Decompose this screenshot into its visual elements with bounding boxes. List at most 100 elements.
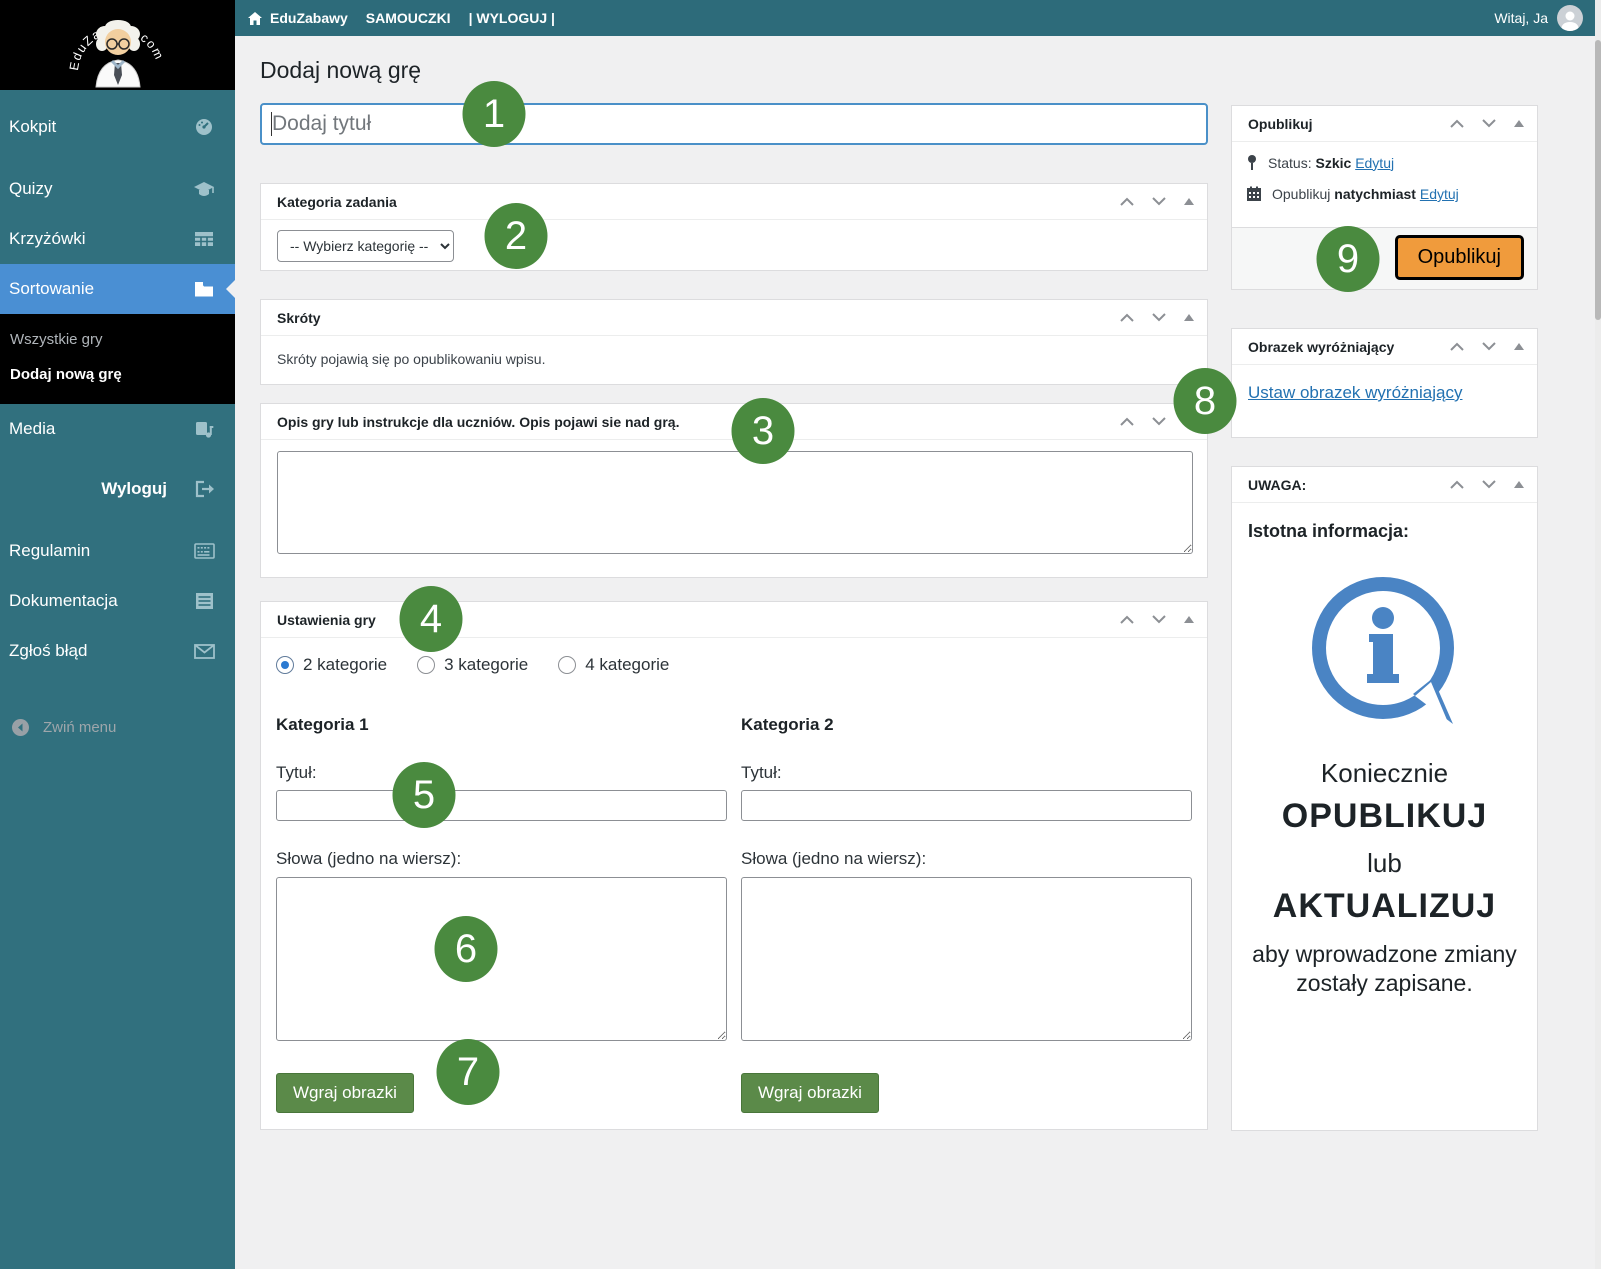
panel-title: Obrazek wyróżniający — [1248, 339, 1394, 355]
annotation-circle-8: 8 — [1174, 368, 1237, 434]
toggle-panel-icon[interactable] — [1183, 197, 1195, 206]
document-list-icon — [193, 591, 215, 611]
annotation-circle-7: 7 — [437, 1039, 500, 1105]
sidebar-item-quizy[interactable]: Quizy — [0, 164, 235, 214]
sidebar-item-label: Media — [9, 419, 55, 439]
sidebar-item-media[interactable]: Media — [0, 404, 235, 454]
panel-title: Kategoria zadania — [277, 194, 397, 210]
avatar[interactable] — [1557, 5, 1583, 31]
radio-unselected-icon — [558, 656, 576, 674]
toggle-panel-icon[interactable] — [1513, 119, 1525, 128]
category-1-title-input[interactable] — [276, 790, 727, 821]
sidebar-item-label: Regulamin — [9, 541, 90, 561]
sidebar-item-dokumentacja[interactable]: Dokumentacja — [0, 576, 235, 626]
table-icon — [193, 229, 215, 249]
person-icon — [1557, 7, 1583, 31]
sidebar: EduZabawy.com Kokpit — [0, 0, 235, 1269]
description-textarea[interactable] — [277, 451, 1193, 554]
radio-4-kategorie[interactable]: 4 kategorie — [558, 655, 669, 675]
sidebar-item-label: Wyloguj — [101, 479, 167, 499]
category-2-block: Kategoria 2 Tytuł: Słowa (jedno na wiers… — [741, 715, 1192, 1113]
uwaga-line-aktualizuj: AKTUALIZUJ — [1248, 887, 1521, 926]
publish-button[interactable]: Opublikuj — [1395, 235, 1524, 280]
category-1-block: Kategoria 1 Tytuł: Słowa (jedno na wiers… — [276, 715, 727, 1113]
upload-images-button-1[interactable]: Wgraj obrazki — [276, 1073, 414, 1113]
toggle-panel-icon[interactable] — [1183, 615, 1195, 624]
toggle-panel-icon[interactable] — [1513, 342, 1525, 351]
media-icon — [193, 419, 215, 439]
annotation-circle-4: 4 — [400, 586, 463, 652]
sidebar-item-zglos-blad[interactable]: Zgłoś błąd — [0, 626, 235, 676]
schedule-row: Opublikuj natychmiast Edytuj — [1246, 186, 1523, 202]
move-up-icon[interactable] — [1119, 196, 1135, 207]
move-up-icon[interactable] — [1119, 312, 1135, 323]
toggle-panel-icon[interactable] — [1183, 313, 1195, 322]
move-up-icon[interactable] — [1119, 614, 1135, 625]
move-up-icon[interactable] — [1119, 416, 1135, 427]
move-down-icon[interactable] — [1151, 196, 1167, 207]
move-down-icon[interactable] — [1151, 312, 1167, 323]
topbar-wyloguj[interactable]: | WYLOGUJ | — [469, 10, 555, 26]
set-featured-image-link[interactable]: Ustaw obrazek wyróżniający — [1248, 383, 1462, 402]
panel-title: Ustawienia gry — [277, 612, 376, 628]
submenu-item-dodaj-nowa-gre[interactable]: Dodaj nową grę — [0, 357, 235, 392]
panel-obrazek-wyrozniajacy: Obrazek wyróżniający Ustaw obrazek wyróż… — [1231, 328, 1538, 438]
category-2-words-textarea[interactable] — [741, 877, 1192, 1041]
status-row: Status: Szkic Edytuj — [1246, 154, 1523, 171]
scrollbar-thumb[interactable] — [1595, 40, 1601, 320]
edit-status-link[interactable]: Edytuj — [1355, 155, 1394, 171]
topbar-greeting[interactable]: Witaj, Ja — [1494, 10, 1548, 26]
uwaga-line-opublikuj: OPUBLIKUJ — [1248, 797, 1521, 836]
panel-title: Opublikuj — [1248, 116, 1313, 132]
radio-label: 4 kategorie — [585, 655, 669, 675]
move-up-icon[interactable] — [1449, 341, 1465, 352]
info-bubble-icon — [1295, 564, 1475, 744]
panel-title: Skróty — [277, 310, 321, 326]
sortowanie-submenu: Wszystkie gry Dodaj nową grę — [0, 314, 235, 404]
page: EduZabawy.com Kokpit — [0, 0, 1601, 1269]
annotation-circle-6: 6 — [435, 916, 498, 982]
sidebar-item-wyloguj[interactable]: Wyloguj — [0, 464, 235, 514]
sidebar-item-krzyzowki[interactable]: Krzyżówki — [0, 214, 235, 264]
submenu-item-wszystkie-gry[interactable]: Wszystkie gry — [0, 322, 235, 357]
collapse-menu-button[interactable]: Zwiń menu — [0, 702, 235, 752]
move-down-icon[interactable] — [1481, 118, 1497, 129]
sidebar-item-sortowanie[interactable]: Sortowanie — [0, 264, 235, 314]
schedule-value: natychmiast — [1334, 186, 1416, 202]
move-down-icon[interactable] — [1481, 479, 1497, 490]
eduzabawy-logo[interactable]: EduZabawy.com — [0, 0, 235, 90]
skroty-info-text: Skróty pojawią się po opublikowaniu wpis… — [261, 336, 1207, 382]
professor-logo-icon: EduZabawy.com — [53, 1, 183, 89]
annotation-circle-2: 2 — [485, 203, 548, 269]
category-1-words-textarea[interactable] — [276, 877, 727, 1041]
radio-unselected-icon — [417, 656, 435, 674]
category-2-title-input[interactable] — [741, 790, 1192, 821]
uwaga-line-zapisane: aby wprowadzone zmiany zostały zapisane. — [1248, 940, 1521, 998]
radio-2-kategorie[interactable]: 2 kategorie — [276, 655, 387, 675]
move-down-icon[interactable] — [1481, 341, 1497, 352]
category-select[interactable]: -- Wybierz kategorię -- — [277, 230, 454, 262]
move-up-icon[interactable] — [1449, 118, 1465, 129]
topbar-site-home[interactable]: EduZabawy — [247, 10, 348, 26]
edit-schedule-link[interactable]: Edytuj — [1420, 186, 1459, 202]
radio-3-kategorie[interactable]: 3 kategorie — [417, 655, 528, 675]
move-up-icon[interactable] — [1449, 479, 1465, 490]
dashboard-icon — [193, 117, 215, 137]
toggle-panel-icon[interactable] — [1513, 480, 1525, 489]
title-input[interactable] — [260, 103, 1208, 145]
move-down-icon[interactable] — [1151, 614, 1167, 625]
panel-ustawienia-gry: Ustawienia gry 2 kategorie 3 kategorie — [260, 601, 1208, 1130]
sidebar-item-label: Krzyżówki — [9, 229, 86, 249]
sidebar-item-regulamin[interactable]: Regulamin — [0, 526, 235, 576]
pin-icon — [1246, 154, 1258, 171]
envelope-icon — [193, 641, 215, 661]
radio-label: 2 kategorie — [303, 655, 387, 675]
annotation-circle-5: 5 — [393, 762, 456, 828]
upload-images-button-2[interactable]: Wgraj obrazki — [741, 1073, 879, 1113]
sidebar-item-kokpit[interactable]: Kokpit — [0, 102, 235, 152]
move-down-icon[interactable] — [1151, 416, 1167, 427]
scrollbar[interactable] — [1595, 0, 1601, 1269]
topbar-samouczki[interactable]: SAMOUCZKI — [366, 10, 451, 26]
calendar-icon — [1246, 186, 1262, 202]
panel-kategoria-zadania: Kategoria zadania -- Wybierz kategorię -… — [260, 183, 1208, 271]
